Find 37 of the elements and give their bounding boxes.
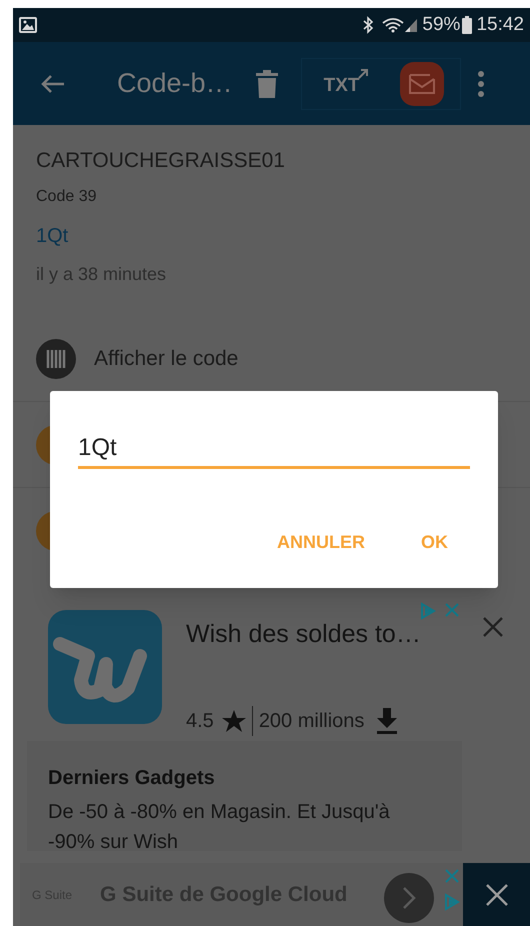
toolbar-title: Code-b… — [117, 67, 233, 100]
ad-headline: Derniers Gadgets — [48, 766, 216, 791]
battery-percentage: 59% — [422, 12, 460, 37]
ad-choices-icon[interactable] — [444, 893, 460, 911]
star-icon — [222, 710, 246, 732]
signal-icon — [404, 17, 418, 33]
ad-title: Wish des soldes to… — [186, 619, 421, 650]
close-icon[interactable] — [483, 617, 503, 637]
close-banner-button[interactable] — [463, 863, 530, 926]
download-count: 200 millions — [258, 708, 364, 734]
export-arrow-icon — [358, 68, 368, 78]
close-icon — [486, 884, 508, 906]
wifi-icon — [382, 17, 404, 33]
close-ad-icon[interactable] — [445, 603, 459, 617]
ad-description: De -50 à -80% en Magasin. Et Jusqu'à -90% sur Wish — [48, 800, 391, 855]
ad-choices-icon[interactable] — [420, 602, 436, 620]
input-field[interactable]: 1Qt — [78, 429, 470, 469]
envelope-icon — [408, 72, 436, 94]
chevron-right-icon — [402, 886, 416, 910]
barcode-value: 1Qt — [36, 224, 70, 249]
clock: 15:42 — [476, 12, 524, 37]
delete-button[interactable] — [254, 68, 279, 100]
barcode-content: CARTOUCHEGRAISSE01 — [36, 148, 286, 174]
close-ad-icon[interactable] — [445, 869, 459, 883]
dialog-button[interactable]: OK — [421, 529, 448, 556]
next-button[interactable] — [384, 873, 434, 923]
email-button[interactable] — [400, 62, 444, 106]
download-icon — [376, 708, 398, 734]
battery-icon — [462, 16, 472, 34]
image-icon — [19, 17, 37, 33]
dialog-button[interactable]: ANNULER — [277, 529, 365, 556]
barcode-icon — [36, 338, 76, 378]
action-label[interactable]: Afficher le code — [94, 342, 238, 374]
app-logo-icon — [48, 610, 162, 724]
app-rating: 4.5 — [186, 708, 214, 734]
barcode-format: Code 39 — [36, 187, 98, 207]
bluetooth-icon — [362, 16, 374, 34]
